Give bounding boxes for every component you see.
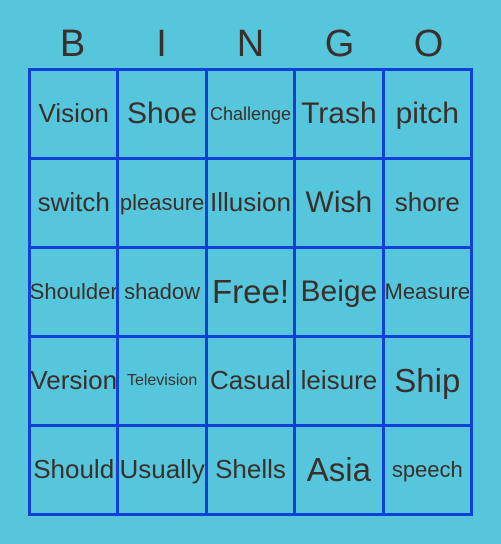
bingo-cell[interactable]: Television <box>119 338 205 424</box>
bingo-cell-label: Challenge <box>209 103 292 124</box>
bingo-cell[interactable]: Shoulder <box>31 249 117 335</box>
bingo-cell-label: Usually <box>119 454 205 485</box>
bingo-cell-label: Measure <box>384 279 470 305</box>
bingo-cell-label: Trash <box>301 97 377 131</box>
bingo-cell-label: shadow <box>124 279 201 305</box>
header-letter-i: I <box>156 23 167 65</box>
bingo-cell-label: Shoe <box>127 97 198 131</box>
bingo-cell[interactable]: shadow <box>119 249 205 335</box>
bingo-cell[interactable]: Beige <box>296 249 382 335</box>
bingo-cell[interactable]: Vision <box>31 71 117 157</box>
bingo-cell[interactable]: Asia <box>296 427 382 513</box>
bingo-cell[interactable]: Illusion <box>207 160 294 246</box>
bingo-cell-label: Free! <box>211 272 289 310</box>
bingo-cell-label: Version <box>31 365 117 396</box>
bingo-cell-label: Shoulder <box>31 279 117 305</box>
bingo-cell[interactable]: pitch <box>384 71 470 157</box>
bingo-cell-label: Beige <box>300 275 378 309</box>
bingo-cell-label: speech <box>391 457 463 483</box>
header-letter-n: N <box>236 23 265 65</box>
bingo-cell[interactable]: shore <box>384 160 470 246</box>
bingo-cell[interactable]: speech <box>384 427 470 513</box>
bingo-cell[interactable]: leisure <box>296 338 382 424</box>
bingo-cell[interactable]: Trash <box>296 71 382 157</box>
bingo-cell-label: pleasure <box>119 190 205 216</box>
bingo-cell-label: Should <box>33 454 115 485</box>
bingo-cell-label: Vision <box>38 98 109 129</box>
header-letter-o: O <box>413 23 444 65</box>
bingo-cell[interactable]: pleasure <box>119 160 205 246</box>
bingo-cell[interactable]: Wish <box>296 160 382 246</box>
bingo-cell-label: Illusion <box>210 187 291 218</box>
bingo-cell-label: shore <box>394 187 460 218</box>
bingo-cell-free[interactable]: Free! <box>207 249 294 335</box>
bingo-cell[interactable]: switch <box>31 160 117 246</box>
header-letter-b: B <box>59 23 86 65</box>
bingo-cell[interactable]: Challenge <box>207 71 294 157</box>
bingo-cell[interactable]: Should <box>31 427 117 513</box>
bingo-cell-label: Wish <box>305 186 373 220</box>
bingo-cell-label: Asia <box>306 450 371 488</box>
bingo-cell-label: switch <box>37 187 110 218</box>
bingo-cell[interactable]: Ship <box>384 338 470 424</box>
bingo-grid: Vision Shoe Challenge Trash pitch switch… <box>28 68 473 516</box>
bingo-cell-label: Television <box>126 371 198 389</box>
bingo-cell-label: leisure <box>300 365 378 396</box>
bingo-cell-label: Shells <box>215 454 286 485</box>
bingo-cell[interactable]: Version <box>31 338 117 424</box>
bingo-card: B I N G O Vision Shoe Challenge Trash pi… <box>0 0 501 544</box>
bingo-cell[interactable]: Shells <box>207 427 294 513</box>
header-letter-g: G <box>324 23 355 65</box>
bingo-cell[interactable]: Casual <box>207 338 294 424</box>
bingo-cell[interactable]: Measure <box>384 249 470 335</box>
bingo-cell-label: Ship <box>394 361 461 399</box>
bingo-cell[interactable]: Usually <box>119 427 205 513</box>
bingo-cell[interactable]: Shoe <box>119 71 205 157</box>
bingo-cell-label: Casual <box>210 365 291 396</box>
bingo-header: B I N G O <box>28 20 473 68</box>
bingo-cell-label: pitch <box>395 97 459 131</box>
